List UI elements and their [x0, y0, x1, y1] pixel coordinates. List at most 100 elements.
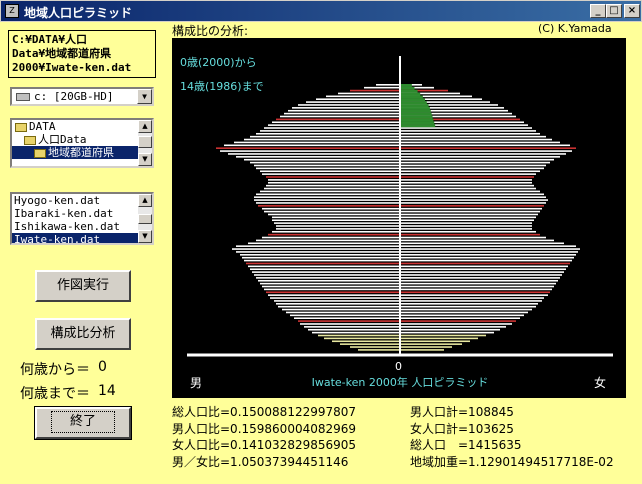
folder-scrollbar[interactable]: ▲ ▼: [138, 120, 152, 166]
male-bar-age-57: [266, 184, 400, 187]
drive-select[interactable]: c: [20GB-HD] ▼: [10, 87, 154, 106]
scroll-thumb[interactable]: [138, 214, 152, 224]
file-item[interactable]: Hyogo-ken.dat: [12, 194, 152, 207]
male-bar-age-67: [236, 156, 400, 158]
female-bar-age-66: [400, 158, 554, 161]
female-bar-age-55: [400, 190, 540, 193]
male-bar-age-17: [274, 300, 400, 302]
male-bar-age-92: [376, 84, 400, 86]
male-bar-age-9: [300, 323, 400, 325]
male-bar-age-47: [268, 213, 400, 216]
male-bar-age-27: [252, 271, 400, 273]
highlight-bar-8: [401, 107, 430, 110]
file-item-selected[interactable]: Iwate-ken.dat: [12, 233, 138, 243]
male-bar-age-43: [276, 225, 400, 227]
female-bar-age-51: [400, 202, 546, 204]
male-bar-age-54: [256, 193, 400, 196]
scroll-down-icon[interactable]: ▼: [138, 230, 152, 243]
male-bar-age-20: [266, 291, 400, 294]
female-bar-age-74: [400, 135, 546, 138]
male-bar-age-61: [262, 173, 400, 175]
female-bar-age-46: [400, 216, 536, 219]
range-from-label: 0歳(2000)から: [180, 56, 257, 69]
female-bar-age-45: [400, 219, 534, 222]
scroll-up-icon[interactable]: ▲: [138, 120, 152, 133]
male-bar-age-65: [250, 161, 400, 164]
stats-right: 男人口計=108845 女人口計=103625 総人口 =1415635 地域加…: [410, 404, 614, 470]
folder-item[interactable]: DATA: [12, 120, 152, 133]
female-bar-age-27: [400, 271, 564, 273]
male-bar-age-71: [224, 144, 400, 147]
male-bar-age-41: [272, 230, 400, 233]
maximize-button[interactable]: □: [606, 4, 622, 18]
highlight-bar-11: [401, 115, 433, 119]
female-bar-age-40: [400, 233, 540, 236]
female-bar-age-36: [400, 245, 576, 247]
female-bar-age-63: [400, 167, 544, 170]
stat-total-ratio: 総人口比=0.150088122997807: [172, 405, 357, 419]
female-bar-age-54: [400, 193, 544, 196]
male-bar-age-89: [338, 92, 400, 95]
scroll-up-icon[interactable]: ▲: [138, 194, 152, 207]
folder-list[interactable]: DATA 人口Data 地域都道府県 ▲ ▼: [10, 118, 154, 168]
male-bar-age-25: [256, 277, 400, 279]
female-bar-age-4: [400, 337, 478, 340]
chevron-down-icon[interactable]: ▼: [137, 89, 152, 104]
male-bar-age-30: [246, 262, 400, 265]
folder-item[interactable]: 人口Data: [12, 133, 152, 146]
male-bar-age-42: [276, 228, 400, 230]
female-bar-age-58: [400, 181, 532, 184]
female-bar-age-22: [400, 285, 554, 288]
folder-item-selected[interactable]: 地域都道府県: [12, 146, 138, 159]
male-bar-age-69: [220, 150, 400, 152]
female-bar-age-70: [400, 147, 576, 149]
female-bar-age-35: [400, 248, 580, 250]
range-to-label: 14歳(1986)まで: [180, 80, 264, 93]
male-bar-age-53: [254, 196, 400, 198]
minimize-button[interactable]: _: [590, 4, 606, 18]
draw-button[interactable]: 作図実行: [35, 270, 131, 302]
female-bar-age-73: [400, 138, 552, 141]
male-bar-age-63: [256, 167, 400, 170]
male-bar-age-51: [256, 202, 400, 204]
stat-sex-ratio: 男／女比=1.05037394451146: [172, 454, 349, 469]
file-scrollbar[interactable]: ▲ ▼: [138, 194, 152, 243]
male-bar-age-83: [288, 109, 400, 112]
male-bar-age-10: [298, 320, 400, 322]
male-bar-age-80: [276, 118, 400, 121]
male-bar-age-74: [250, 135, 400, 138]
app-icon: Z: [5, 4, 19, 18]
female-bar-age-71: [400, 144, 570, 147]
female-bar-age-62: [400, 170, 540, 173]
stat-female-total: 女人口計=103625: [410, 421, 514, 436]
analyze-button[interactable]: 構成比分析: [35, 318, 131, 350]
male-bar-age-40: [268, 233, 400, 236]
male-bar-age-13: [286, 311, 400, 314]
female-label: 女: [594, 375, 606, 390]
male-bar-age-2: [340, 343, 400, 345]
file-list[interactable]: Hyogo-ken.dat Ibaraki-ken.dat Ishikawa-k…: [10, 192, 154, 245]
female-bar-age-69: [400, 150, 572, 152]
highlight-bar-1: [401, 86, 415, 90]
file-item[interactable]: Ibaraki-ken.dat: [12, 207, 152, 220]
male-bar-age-76: [260, 130, 400, 132]
female-bar-age-47: [400, 213, 538, 216]
male-bar-age-75: [256, 132, 400, 135]
male-bar-age-55: [260, 190, 400, 193]
male-bar-age-12: [290, 314, 400, 317]
file-item[interactable]: Ishikawa-ken.dat: [12, 220, 152, 233]
scroll-thumb[interactable]: [138, 136, 152, 148]
chart-header-title: 構成比の分析:: [172, 24, 249, 38]
hard-drive-icon: [16, 93, 30, 101]
male-bar-age-31: [244, 259, 400, 262]
female-bar-age-72: [400, 141, 560, 144]
female-bar-age-53: [400, 196, 546, 198]
scroll-down-icon[interactable]: ▼: [138, 153, 152, 166]
close-button[interactable]: ×: [624, 4, 640, 18]
male-bar-age-90: [350, 89, 400, 92]
male-bar-age-29: [248, 265, 400, 268]
highlight-bar-7: [401, 104, 429, 108]
exit-button[interactable]: 終了: [34, 406, 132, 440]
female-bar-age-50: [400, 205, 544, 207]
highlight-bar-5: [401, 98, 426, 102]
